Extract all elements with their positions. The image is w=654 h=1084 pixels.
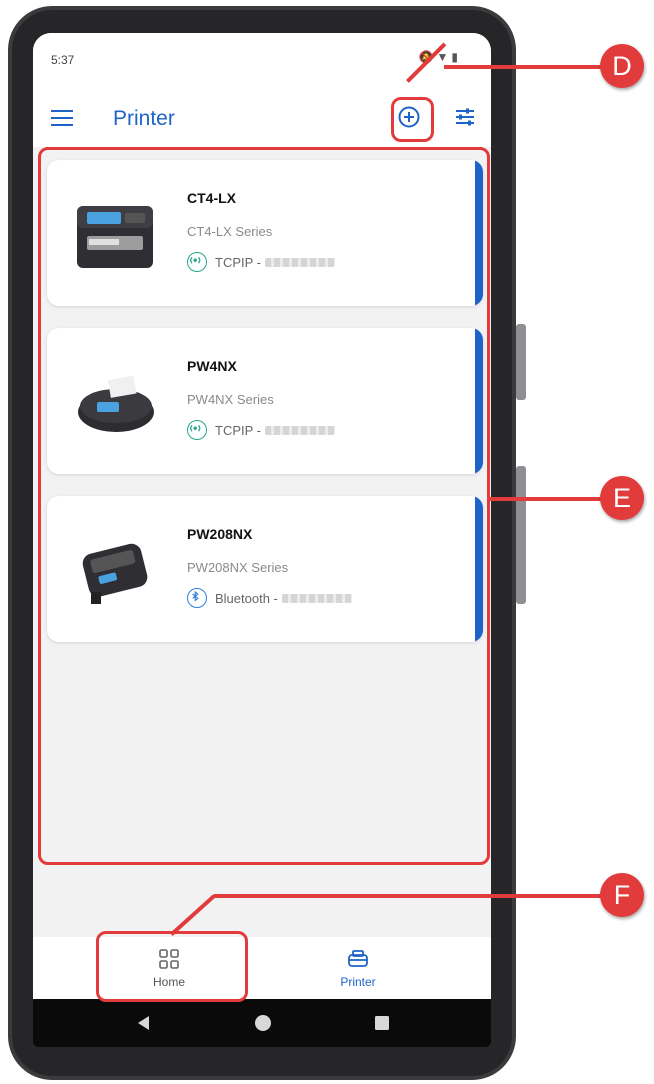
tune-icon[interactable]: [453, 105, 477, 129]
system-nav-bar: [33, 999, 491, 1047]
nav-item-printer[interactable]: Printer: [298, 937, 418, 999]
callout-box-d: [391, 97, 434, 142]
recents-icon[interactable]: [375, 1016, 389, 1030]
power-button: [516, 466, 526, 604]
back-icon[interactable]: [136, 1015, 152, 1031]
menu-icon[interactable]: [51, 110, 73, 126]
callout-line-d: [444, 65, 604, 69]
callout-box-f: [96, 931, 248, 1002]
status-time: 5:37: [51, 53, 75, 67]
callout-box-e: [38, 147, 490, 865]
volume-button: [516, 324, 526, 400]
callout-line-e: [490, 497, 606, 501]
printer-icon: [348, 950, 368, 967]
callout-line-f: [214, 894, 606, 898]
callout-label-f: F: [600, 873, 644, 917]
home-circle-icon[interactable]: [254, 1014, 272, 1032]
status-bar: 5:37 🔕▼▮: [33, 33, 491, 85]
page-title: Printer: [113, 107, 175, 130]
callout-label-d: D: [600, 44, 644, 88]
callout-label-e: E: [600, 476, 644, 520]
nav-label-printer: Printer: [340, 975, 376, 989]
battery-icon: ▮: [451, 50, 461, 64]
